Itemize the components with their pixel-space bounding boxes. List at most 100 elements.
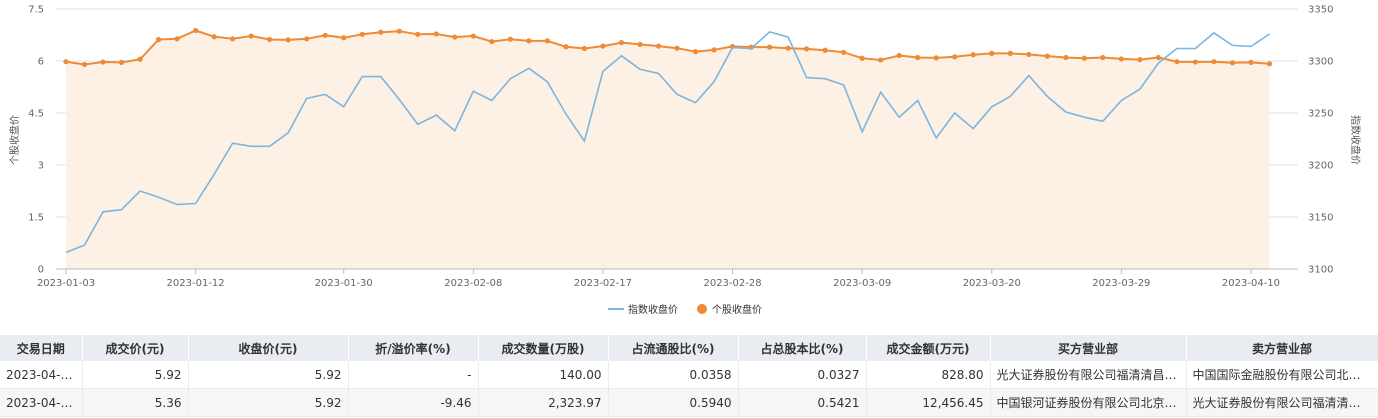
stock-price-point (618, 40, 625, 46)
stock-price-point (896, 52, 902, 59)
stock-price-point (193, 27, 199, 34)
stock-price-point (655, 43, 662, 49)
stock-price-point (711, 47, 717, 53)
stock-price-point (785, 45, 791, 51)
stock-price-point (1248, 59, 1254, 65)
table-cell: 光大证券股份有限公司福清清昌… (1186, 388, 1378, 417)
table-row: 2023-04-12 5.36 5.92 -9.46 2,323.97 0.5940 0.5… (0, 388, 1378, 417)
stock-price-point (174, 36, 180, 42)
stock-price-point (1007, 50, 1013, 56)
column-header[interactable]: 成交金额(万元) (866, 335, 991, 361)
legend-stock-swatch (697, 304, 707, 314)
column-header[interactable]: 交易日期 (0, 335, 83, 361)
stock-price-point (211, 34, 217, 40)
x-tick-label: 2023-02-08 (444, 278, 502, 289)
column-header[interactable]: 卖方营业部 (1186, 335, 1378, 361)
stock-price-area (66, 30, 1270, 269)
stock-price-point (1137, 57, 1143, 63)
stock-price-point (396, 28, 402, 34)
x-tick-label: 2023-02-28 (703, 278, 761, 289)
column-header[interactable]: 占流通股比(%) (608, 335, 739, 361)
stock-price-point (581, 45, 588, 52)
table-cell: 5.92 (82, 361, 189, 389)
stock-price-point (63, 59, 69, 65)
table-cell: 0.5940 (608, 388, 739, 417)
stock-price-point (248, 33, 254, 39)
table-cell: 中国国际金融股份有限公司北京… (1186, 361, 1378, 389)
stock-price-point (952, 54, 958, 60)
stock-price-point (563, 44, 569, 50)
table-cell: 2,323.97 (478, 388, 609, 417)
table-cell: 5.36 (82, 388, 189, 417)
stock-price-point (1026, 51, 1032, 58)
stock-price-point (637, 41, 643, 47)
column-header[interactable]: 成交价(元) (82, 335, 189, 361)
block-trade-table: 交易日期 成交价(元) 收盘价(元) 折/溢价率(%) 成交数量(万股) 占流通股比(%)… (0, 335, 1378, 417)
x-tick-label: 2023-03-09 (833, 278, 891, 289)
table-cell: 5.92 (188, 388, 349, 417)
stock-price-point (100, 59, 106, 65)
stock-price-point (1044, 53, 1050, 59)
stock-price-point (878, 57, 884, 63)
stock-price-point (766, 44, 773, 50)
left-axis-title: 个股收盘价 (8, 115, 21, 165)
right-tick-label: 3100 (1308, 265, 1333, 276)
legend-item-index[interactable]: 指数收盘价 (608, 303, 678, 316)
table-cell: 12,456.45 (866, 388, 991, 417)
stock-price-point (674, 45, 680, 51)
table-cell: 0.5421 (738, 388, 867, 417)
stock-price-point (470, 33, 476, 39)
stock-price-point (1192, 59, 1199, 65)
stock-price-point (859, 55, 865, 61)
right-tick-label: 3250 (1308, 109, 1333, 120)
stock-price-point (841, 49, 847, 55)
stock-price-point (452, 34, 458, 40)
x-tick-label: 2023-03-20 (963, 278, 1021, 289)
stock-price-point (1100, 54, 1106, 61)
right-tick-label: 3350 (1308, 5, 1333, 16)
stock-price-point (970, 52, 976, 58)
right-axis-title: 指数收盘价 (1349, 115, 1362, 165)
table-cell: 光大证券股份有限公司福清清昌大… (990, 361, 1187, 389)
stock-price-point (1266, 61, 1273, 67)
column-header[interactable]: 成交数量(万股) (478, 335, 609, 361)
stock-price-point (692, 49, 699, 55)
stock-price-point (1081, 55, 1087, 61)
legend-stock-label: 个股收盘价 (712, 303, 762, 316)
stock-price-point (544, 38, 550, 44)
x-tick-label: 2023-01-30 (315, 278, 373, 289)
stock-price-point (1211, 59, 1217, 65)
column-header[interactable]: 收盘价(元) (188, 335, 349, 361)
x-axis-ticks: 2023-01-03 2023-01-12 2023-01-30 2023-02-08… (37, 268, 1298, 289)
stock-price-point (285, 37, 291, 43)
table-cell: 828.80 (866, 361, 991, 389)
table-row: 2023-04-12 5.92 5.92-140.00 0.0358 0.0327 828… (0, 361, 1378, 389)
column-header[interactable]: 占总股本比(%) (738, 335, 867, 361)
table-cell: 2023-04-12 (0, 361, 83, 389)
left-tick-label: 4.5 (28, 109, 44, 120)
stock-price-point (341, 35, 347, 41)
column-header[interactable]: 买方营业部 (990, 335, 1187, 361)
x-tick-label: 2023-02-17 (574, 278, 632, 289)
stock-price-point (155, 36, 162, 43)
x-tick-label: 2023-01-12 (167, 278, 225, 289)
legend-item-stock[interactable]: 个股收盘价 (697, 303, 762, 316)
stock-price-point (822, 47, 828, 53)
table-cell: - (348, 361, 479, 389)
right-axis-ticks: 3100 3150 3200 3250 3300 3350 (1308, 5, 1333, 276)
stock-price-point (230, 36, 236, 42)
chart-legend: 指数收盘价 个股收盘价 (608, 303, 762, 316)
stock-price-point (1063, 54, 1069, 61)
stock-price-point (267, 36, 273, 43)
stock-price-point (489, 38, 495, 45)
stock-price-point (118, 59, 125, 65)
column-header[interactable]: 折/溢价率(%) (348, 335, 479, 361)
table-cell: 0.0327 (738, 361, 867, 389)
left-tick-label: 0 (38, 265, 44, 276)
table-cell: 5.92 (188, 361, 349, 389)
stock-price-point (359, 31, 365, 37)
stock-price-point (137, 56, 143, 62)
x-tick-label: 2023-01-03 (37, 278, 95, 289)
right-tick-label: 3300 (1308, 57, 1333, 68)
stock-price-point (933, 55, 939, 61)
